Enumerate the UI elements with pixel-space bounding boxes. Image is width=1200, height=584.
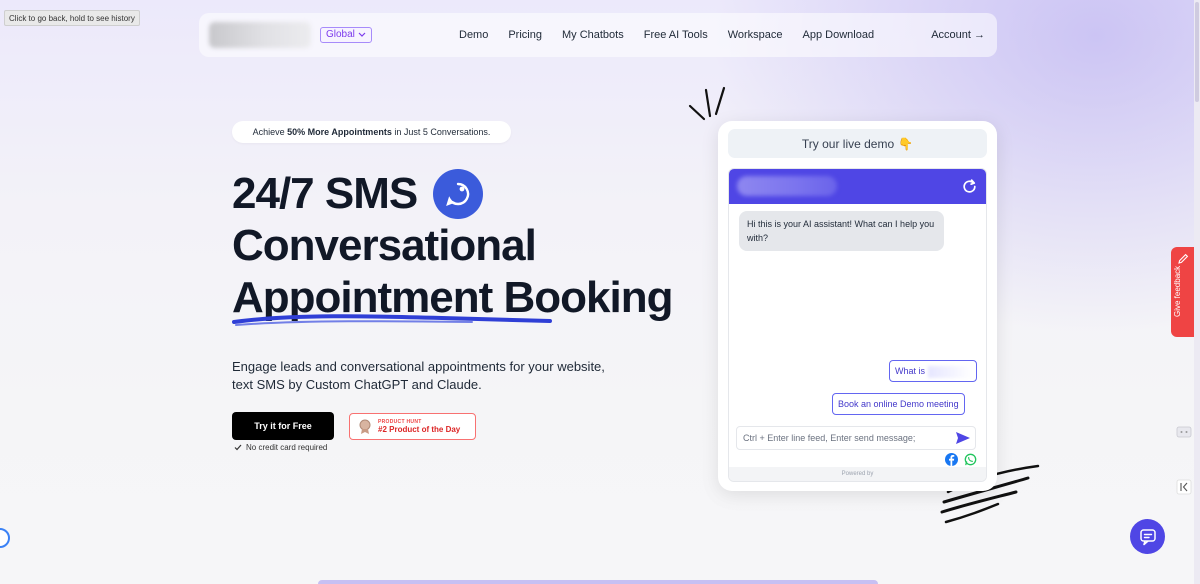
whatsapp-icon[interactable]	[964, 453, 977, 466]
chat-header	[729, 169, 986, 204]
hero-pill: Achieve 50% More Appointments in Just 5 …	[232, 121, 511, 143]
nav-pricing[interactable]: Pricing	[508, 29, 542, 41]
pill-suffix: in Just 5 Conversations.	[391, 127, 491, 137]
give-feedback-tab[interactable]: Give feedback	[1171, 247, 1195, 337]
region-label: Global	[326, 29, 355, 40]
nav-free-ai-tools[interactable]: Free AI Tools	[644, 29, 708, 41]
message-input-placeholder: Ctrl + Enter line feed, Enter send messa…	[743, 433, 916, 443]
account-link[interactable]: Account →	[931, 13, 985, 57]
pill-prefix: Achieve	[252, 127, 288, 137]
facebook-icon[interactable]	[945, 453, 958, 466]
no-card-text: No credit card required	[246, 443, 328, 452]
suggestion-blurred-text	[927, 365, 972, 378]
page-scrollbar[interactable]	[1194, 0, 1200, 584]
headline-underline	[232, 314, 552, 326]
try-free-button[interactable]: Try it for Free	[232, 412, 334, 440]
assistant-message: Hi this is your AI assistant! What can I…	[739, 211, 944, 251]
suggestion-what-is[interactable]: What is	[889, 360, 977, 382]
nav-demo[interactable]: Demo	[459, 29, 488, 41]
chat-window: Hi this is your AI assistant! What can I…	[728, 168, 987, 482]
refresh-icon[interactable]	[961, 178, 978, 195]
back-tooltip: Click to go back, hold to see history	[4, 10, 140, 26]
pointing-down-icon: 👇	[898, 136, 914, 151]
nav-workspace[interactable]: Workspace	[728, 29, 783, 41]
nav-app-download[interactable]: App Download	[803, 29, 875, 41]
collapse-icon[interactable]	[1176, 479, 1192, 495]
suggestion-what-is-text: What is	[895, 366, 926, 376]
give-feedback-label: Give feedback	[1173, 265, 1182, 317]
chevron-down-icon	[358, 32, 366, 37]
next-section-edge	[318, 580, 878, 584]
hero-headline: 24/7 SMS Conversational Appointment Book…	[232, 168, 673, 324]
chatbot-identity	[737, 176, 837, 196]
powered-by: Powered by	[729, 467, 986, 481]
pill-bold: 50% More Appointments	[287, 127, 392, 137]
suggestion-book-demo[interactable]: Book an online Demo meeting	[832, 393, 965, 415]
demo-header-text: Try our live demo	[801, 136, 895, 151]
region-selector[interactable]: Global	[320, 27, 372, 43]
nav-my-chatbots[interactable]: My Chatbots	[562, 29, 624, 41]
headline-line-1: 24/7 SMS	[232, 169, 418, 218]
scribble-decoration-top	[688, 86, 726, 121]
demo-header: Try our live demo 👇	[728, 129, 987, 158]
message-input[interactable]: Ctrl + Enter line feed, Enter send messa…	[736, 426, 976, 450]
chat-launcher-button[interactable]	[1130, 519, 1165, 554]
social-links	[945, 453, 977, 466]
send-icon[interactable]	[955, 431, 971, 445]
ph-big-label: #2 Product of the Day	[378, 425, 461, 434]
brand-logo[interactable]	[209, 22, 311, 48]
check-icon	[234, 444, 242, 451]
headline-line-2: Conversational	[232, 221, 537, 270]
chat-icon	[1139, 528, 1156, 545]
nav-links: Demo Pricing My Chatbots Free AI Tools W…	[459, 13, 874, 57]
ph-text: PRODUCT HUNT #2 Product of the Day	[378, 419, 460, 434]
medal-icon	[359, 419, 371, 434]
left-widget-icon[interactable]	[0, 528, 10, 548]
scrollbar-thumb[interactable]	[1195, 2, 1199, 102]
hero-subtext: Engage leads and conversational appointm…	[232, 359, 605, 392]
extension-icon[interactable]	[1176, 424, 1192, 440]
no-card-note: No credit card required	[234, 443, 327, 452]
top-navbar: Global Demo Pricing My Chatbots Free AI …	[199, 13, 997, 57]
product-hunt-badge[interactable]: PRODUCT HUNT #2 Product of the Day	[349, 413, 476, 440]
chat-bubble-icon	[433, 169, 484, 219]
live-demo-card: Try our live demo 👇 Hi this is your AI a…	[718, 121, 997, 491]
